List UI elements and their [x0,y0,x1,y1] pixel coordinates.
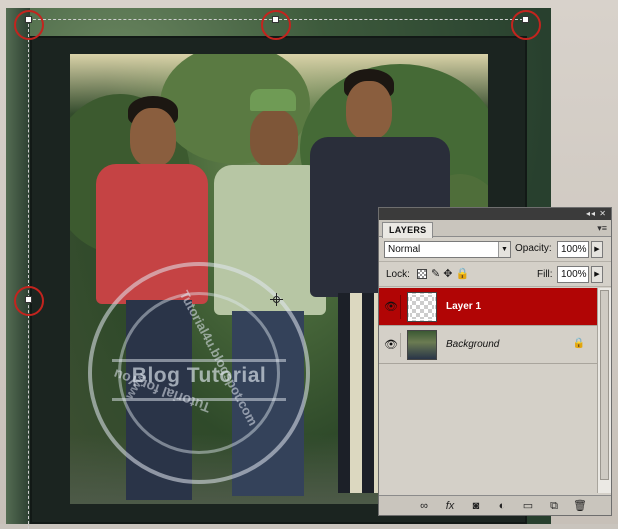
panel-collapse-close-icons[interactable]: ◂◂ ✕ [586,209,607,218]
eye-icon[interactable]: 👁 [382,333,401,357]
layer-row-background[interactable]: 👁 Background 🔒 [379,326,597,364]
photo-left-edge [6,8,30,524]
fill-label: Fill: [537,269,553,280]
lock-transparent-pixels-icon[interactable] [417,269,427,280]
scrollbar-thumb[interactable] [600,290,609,480]
lock-image-pixels-icon[interactable]: ✎ [431,267,443,280]
layers-scrollbar[interactable] [597,288,611,493]
panel-menu-icon[interactable]: ▾≡ [597,223,607,234]
chevron-down-icon[interactable]: ▼ [498,242,510,257]
blend-opacity-row: Normal ▼ Opacity: 100% ▶ [379,237,611,262]
layer-name[interactable]: Background [446,339,499,350]
panel-titlebar[interactable]: ◂◂ ✕ [379,208,611,220]
layer-thumbnail [407,330,437,360]
mask-icon[interactable]: ◙ [463,500,489,512]
layers-list: 👁 Layer 1 👁 Background 🔒 [379,288,597,493]
layer-name[interactable]: Layer 1 [446,301,481,312]
lock-all-icon[interactable]: 🔒 [455,267,472,280]
adjustment-icon[interactable]: ◐ [489,500,515,512]
lock-position-icon[interactable]: ✥ [443,267,455,280]
fill-input[interactable]: 100% [557,266,589,283]
lock-label: Lock: [386,269,410,280]
transform-reference-point[interactable] [270,293,283,306]
trash-icon[interactable]: 🗑 [567,499,593,512]
opacity-input[interactable]: 100% [557,241,589,258]
layer-thumbnail [407,292,437,322]
lock-fill-row: Lock: ✎✥🔒 Fill: 100% ▶ [379,262,611,287]
panel-tabs: LAYERS ▾≡ [379,220,611,238]
annotation-circle [261,10,291,40]
panel-footer: ∞ fx ◙ ◐ ▭ ⧉ 🗑 [379,495,611,515]
group-icon[interactable]: ▭ [515,499,541,512]
tab-layers[interactable]: LAYERS [382,222,434,238]
eye-icon[interactable]: 👁 [382,295,401,319]
layer-row-layer1[interactable]: 👁 Layer 1 [379,288,597,326]
link-icon[interactable]: ∞ [411,500,437,512]
fill-slider-arrow-icon[interactable]: ▶ [591,266,603,283]
blend-mode-value: Normal [388,244,421,255]
reference-point-dot [273,296,280,303]
opacity-label: Opacity: [515,243,552,254]
blend-mode-select[interactable]: Normal ▼ [384,241,511,258]
layers-panel: ◂◂ ✕ LAYERS ▾≡ Normal ▼ Opacity: 100% ▶ … [378,207,612,516]
fx-icon[interactable]: fx [437,500,463,512]
lock-options: ✎✥🔒 [417,267,472,280]
annotation-circle [511,10,541,40]
annotation-circle [14,286,44,316]
opacity-slider-arrow-icon[interactable]: ▶ [591,241,603,258]
new-layer-icon[interactable]: ⧉ [541,500,567,513]
footer-icon-bar: ∞ fx ◙ ◐ ▭ ⧉ 🗑 [411,499,593,513]
lock-icon: 🔒 [572,338,585,349]
annotation-circle [14,10,44,40]
